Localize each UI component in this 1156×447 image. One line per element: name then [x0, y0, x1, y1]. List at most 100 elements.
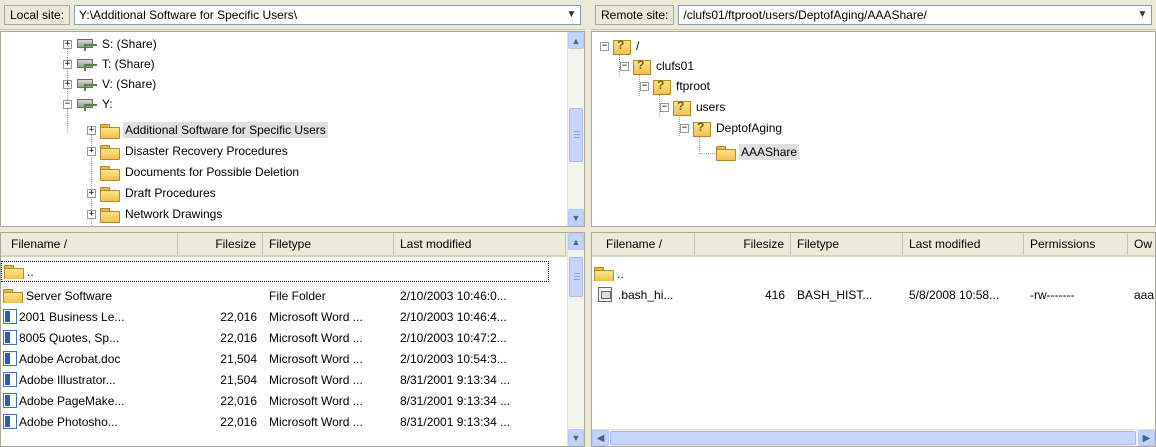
collapse-icon[interactable]: −	[660, 102, 669, 112]
column-header-filename[interactable]: Filename /	[1, 233, 178, 255]
file-type: Microsoft Word ...	[269, 414, 363, 429]
tree-item-label[interactable]: AAAShare	[739, 144, 800, 160]
remote-file-list[interactable]: Filename / Filesize Filetype Last modifi…	[591, 232, 1156, 447]
column-header-filename[interactable]: Filename /	[592, 233, 695, 255]
expand-icon[interactable]: +	[63, 79, 72, 89]
tree-item-label[interactable]: users	[694, 99, 727, 115]
expand-icon[interactable]: +	[63, 59, 72, 69]
unknown-folder-icon	[653, 78, 671, 95]
list-item[interactable]: Server Software File Folder 2/10/2003 10…	[1, 285, 549, 306]
column-header-owner[interactable]: Ow	[1128, 233, 1155, 255]
tree-item-share-y[interactable]: − Y:	[63, 94, 115, 114]
tree-item-clufs01[interactable]: − clufs01	[620, 56, 696, 76]
remote-tree-pane[interactable]: − / − clufs01 − ftproot − users − Deptof…	[591, 31, 1156, 227]
tree-item-ftproot[interactable]: − ftproot	[640, 76, 712, 96]
tree-item-network-drawings[interactable]: + Network Drawings	[87, 204, 224, 224]
file-name: Server Software	[26, 288, 113, 303]
remote-site-combo[interactable]: ▼	[678, 4, 1152, 25]
scroll-down-icon[interactable]: ▼	[568, 209, 584, 226]
column-header-last-modified[interactable]: Last modified	[903, 233, 1024, 255]
remote-list-header: Filename / Filesize Filetype Last modifi…	[592, 233, 1155, 257]
tree-item-disaster-recovery[interactable]: + Disaster Recovery Procedures	[87, 141, 290, 161]
file-size: 21,504	[220, 351, 257, 366]
tree-item-documents-deletion[interactable]: Documents for Possible Deletion	[87, 162, 301, 182]
file-modified: 2/10/2003 10:46:4...	[400, 309, 507, 324]
tree-item-share-v[interactable]: + V: (Share)	[63, 74, 158, 94]
file-type: Microsoft Word ...	[269, 393, 363, 408]
scroll-up-icon[interactable]: ▲	[568, 233, 584, 250]
column-header-filetype[interactable]: Filetype	[263, 233, 394, 255]
expand-icon[interactable]: +	[87, 146, 96, 156]
tree-item-label[interactable]: S: (Share)	[100, 36, 159, 52]
collapse-icon[interactable]: −	[63, 99, 72, 109]
tree-item-label[interactable]: T: (Share)	[100, 56, 157, 72]
tree-item-label[interactable]: DeptofAging	[714, 120, 784, 136]
list-item[interactable]: .bash_hi... 416 BASH_HIST... 5/8/2008 10…	[592, 284, 1155, 305]
local-file-list[interactable]: Filename / Filesize Filetype Last modifi…	[0, 232, 585, 447]
tree-item-share-t[interactable]: + T: (Share)	[63, 54, 157, 74]
scrollbar-thumb[interactable]	[569, 108, 583, 162]
unknown-folder-icon	[613, 38, 631, 55]
collapse-icon[interactable]: −	[600, 41, 609, 51]
tree-item-label[interactable]: Documents for Possible Deletion	[123, 164, 301, 180]
column-header-filetype[interactable]: Filetype	[791, 233, 903, 255]
expand-icon[interactable]: +	[87, 188, 96, 198]
remote-site-path-input[interactable]	[679, 5, 1134, 24]
list-item[interactable]: 8005 Quotes, Sp... 22,016 Microsoft Word…	[1, 327, 549, 348]
local-site-label: Local site:	[4, 4, 71, 25]
scroll-up-icon[interactable]: ▲	[568, 32, 584, 49]
tree-item-label[interactable]: Network Drawings	[123, 206, 224, 222]
expand-icon[interactable]: +	[63, 39, 72, 49]
tree-item-label[interactable]: Y:	[100, 96, 115, 112]
scroll-down-icon[interactable]: ▼	[568, 429, 584, 446]
local-site-combo[interactable]: ▼	[74, 4, 581, 25]
list-item[interactable]: Adobe Acrobat.doc 21,504 Microsoft Word …	[1, 348, 549, 369]
expand-icon[interactable]: +	[87, 125, 96, 135]
scroll-left-icon[interactable]: ◀	[592, 430, 609, 446]
expand-icon[interactable]: +	[87, 209, 96, 219]
list-item[interactable]: 2001 Business Le... 22,016 Microsoft Wor…	[1, 306, 549, 327]
local-site-path-input[interactable]	[75, 5, 563, 24]
file-modified: 2/10/2003 10:47:2...	[400, 330, 507, 345]
column-header-filesize[interactable]: Filesize	[178, 233, 263, 255]
scrollbar-thumb[interactable]	[569, 257, 583, 297]
tree-item-users[interactable]: − users	[660, 97, 727, 117]
tree-item-label[interactable]: clufs01	[654, 58, 696, 74]
tree-item-label[interactable]: Disaster Recovery Procedures	[123, 143, 290, 159]
tree-item-deptofaging[interactable]: − DeptofAging	[680, 118, 784, 138]
tree-item-label[interactable]: Additional Software for Specific Users	[123, 122, 328, 138]
column-header-last-modified[interactable]: Last modified	[394, 233, 566, 255]
column-header-permissions[interactable]: Permissions	[1024, 233, 1128, 255]
scrollbar-thumb[interactable]	[610, 431, 1136, 445]
tree-item-additional-software[interactable]: + Additional Software for Specific Users	[87, 120, 328, 140]
list-item[interactable]: Adobe PageMake... 22,016 Microsoft Word …	[1, 390, 549, 411]
chevron-down-icon[interactable]: ▼	[563, 6, 580, 24]
collapse-icon[interactable]: −	[680, 123, 689, 133]
chevron-down-icon[interactable]: ▼	[1134, 6, 1151, 24]
local-tree-scrollbar[interactable]: ▲ ▼	[567, 32, 584, 226]
list-item[interactable]: ..	[1, 261, 549, 282]
local-list-scrollbar[interactable]: ▲ ▼	[567, 233, 584, 446]
local-tree-pane[interactable]: + S: (Share) + T: (Share) + V: (Share) −…	[0, 31, 585, 227]
tree-item-draft-procedures[interactable]: + Draft Procedures	[87, 183, 218, 203]
local-site-bar: Local site: ▼	[0, 0, 585, 30]
tree-item-label[interactable]: Draft Procedures	[123, 185, 218, 201]
tree-item-label[interactable]: ftproot	[674, 78, 712, 94]
column-header-filesize[interactable]: Filesize	[695, 233, 791, 255]
collapse-icon[interactable]: −	[620, 61, 629, 71]
tree-item-label[interactable]: V: (Share)	[100, 76, 158, 92]
network-drive-icon	[76, 37, 97, 51]
tree-item-share-s[interactable]: + S: (Share)	[63, 34, 159, 54]
list-item[interactable]: Adobe Photosho... 22,016 Microsoft Word …	[1, 411, 549, 432]
remote-list-hscrollbar[interactable]: ◀ ▶	[592, 429, 1155, 446]
tree-item-aaashare[interactable]: AAAShare	[716, 142, 800, 162]
scroll-right-icon[interactable]: ▶	[1138, 430, 1155, 446]
list-item[interactable]: ..	[592, 263, 695, 284]
tree-item-root[interactable]: − /	[600, 36, 641, 56]
collapse-icon[interactable]: −	[640, 81, 649, 91]
list-item[interactable]: Adobe Illustrator... 21,504 Microsoft Wo…	[1, 369, 549, 390]
file-modified: 8/31/2001 9:13:34 ...	[400, 393, 511, 408]
tree-item-label[interactable]: /	[634, 38, 641, 54]
unknown-folder-icon	[673, 99, 691, 116]
file-modified: 5/8/2008 10:58...	[909, 287, 1000, 302]
